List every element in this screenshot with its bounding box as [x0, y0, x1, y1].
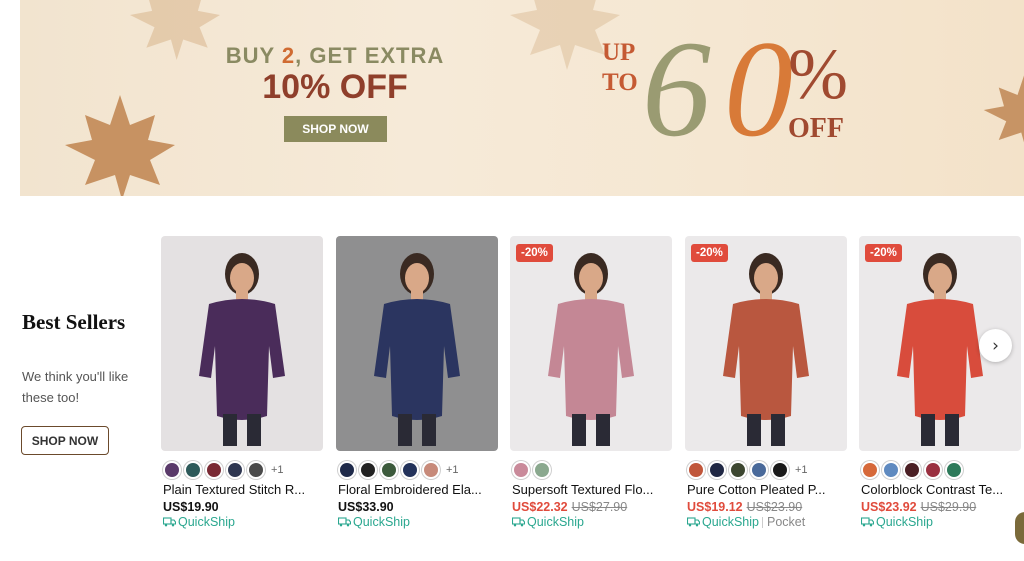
color-swatch[interactable] — [752, 463, 766, 477]
price-row: US$19.90 — [163, 500, 219, 514]
promo-buy-text: BUY 2, GET EXTRA — [225, 43, 445, 68]
product-card[interactable]: +1 Plain Textured Stitch R... US$19.90 Quic… — [161, 236, 323, 529]
color-swatch[interactable] — [884, 463, 898, 477]
shipping-row: QuickShip — [512, 515, 584, 529]
color-swatch[interactable] — [186, 463, 200, 477]
promo-digit-zero: 0 — [724, 12, 793, 165]
more-colors-count[interactable]: +1 — [795, 464, 808, 476]
color-swatch[interactable] — [361, 463, 375, 477]
discount-badge: -20% — [865, 244, 902, 262]
color-swatch[interactable] — [382, 463, 396, 477]
best-sellers-shop-now-button[interactable]: SHOP NOW — [21, 426, 109, 455]
truck-icon — [861, 517, 874, 527]
best-sellers-subtitle: We think you'll like these too! — [22, 369, 129, 405]
shipping-row: QuickShip — [861, 515, 933, 529]
shipping-row: QuickShip — [163, 515, 235, 529]
quickship-label: QuickShip — [702, 515, 759, 529]
chat-widget-button[interactable] — [1015, 512, 1024, 544]
color-swatch[interactable] — [340, 463, 354, 477]
promo-to-text: TO — [602, 69, 638, 96]
model-photo — [199, 253, 285, 446]
product-card[interactable]: -20% +1 Pure Cotton Pleated P... US$19.12 US… — [685, 236, 847, 529]
truck-icon — [687, 517, 700, 527]
discount-badge: -20% — [516, 244, 553, 262]
feature-tag: Pocket — [761, 515, 805, 528]
product-price: US$19.90 — [163, 500, 219, 514]
color-swatch[interactable] — [710, 463, 724, 477]
product-name[interactable]: Supersoft Textured Flo... — [512, 482, 672, 497]
banner-shop-now-button[interactable]: SHOP NOW — [284, 116, 387, 142]
model-photo — [374, 253, 460, 446]
more-colors-count[interactable]: +1 — [446, 464, 459, 476]
color-swatch[interactable] — [514, 463, 528, 477]
quickship-label: QuickShip — [178, 515, 235, 529]
color-swatches: +1 — [340, 462, 459, 478]
product-name[interactable]: Colorblock Contrast Te... — [861, 482, 1021, 497]
page: BUY 2, GET EXTRA 10% OFF SHOP NOW UP TO … — [0, 0, 1024, 561]
color-swatch[interactable] — [947, 463, 961, 477]
product-price: US$22.32 — [512, 500, 568, 514]
maple-leaf-decoration — [130, 0, 220, 60]
quickship-label: QuickShip — [353, 515, 410, 529]
chevron-right-icon: › — [992, 335, 999, 356]
quickship-label: QuickShip — [527, 515, 584, 529]
promo-banner[interactable]: BUY 2, GET EXTRA 10% OFF SHOP NOW UP TO … — [20, 0, 1024, 196]
product-card[interactable]: +1 Floral Embroidered Ela... US$33.90 Quick… — [336, 236, 498, 529]
truck-icon — [512, 517, 525, 527]
promo-discount-text: 10% OFF — [262, 68, 408, 106]
original-price: US$27.90 — [571, 500, 628, 514]
color-swatch[interactable] — [424, 463, 438, 477]
color-swatch[interactable] — [207, 463, 221, 477]
truck-icon — [338, 517, 351, 527]
color-swatch[interactable] — [249, 463, 263, 477]
color-swatch[interactable] — [773, 463, 787, 477]
product-image[interactable] — [336, 236, 498, 451]
color-swatch[interactable] — [731, 463, 745, 477]
product-name[interactable]: Plain Textured Stitch R... — [163, 482, 323, 497]
product-price: US$23.92 — [861, 500, 917, 514]
promo-digit-six: 6 — [642, 12, 711, 165]
model-photo — [723, 253, 809, 446]
product-name[interactable]: Pure Cotton Pleated P... — [687, 482, 847, 497]
color-swatch[interactable] — [165, 463, 179, 477]
maple-leaf-decoration — [65, 95, 175, 196]
color-swatches — [863, 462, 968, 478]
shipping-row: QuickShip — [338, 515, 410, 529]
product-price: US$33.90 — [338, 500, 394, 514]
truck-icon — [163, 517, 176, 527]
color-swatch[interactable] — [535, 463, 549, 477]
best-sellers-title: Best Sellers — [22, 310, 126, 334]
discount-badge: -20% — [691, 244, 728, 262]
product-price: US$19.12 — [687, 500, 743, 514]
color-swatch[interactable] — [228, 463, 242, 477]
price-row: US$22.32 US$27.90 — [512, 500, 627, 514]
product-image[interactable]: -20% — [510, 236, 672, 451]
color-swatch[interactable] — [905, 463, 919, 477]
quickship-label: QuickShip — [876, 515, 933, 529]
price-row: US$33.90 — [338, 500, 394, 514]
promo-percent-sign: % — [788, 34, 848, 114]
promo-up-text: UP — [602, 39, 636, 66]
color-swatches: +1 — [165, 462, 284, 478]
carousel-next-button[interactable]: › — [979, 329, 1012, 362]
maple-leaf-decoration — [983, 75, 1024, 143]
product-image[interactable]: -20% — [685, 236, 847, 451]
original-price: US$29.90 — [920, 500, 977, 514]
color-swatch[interactable] — [863, 463, 877, 477]
shipping-row: QuickShip Pocket — [687, 515, 805, 529]
promo-off-text: OFF — [788, 113, 844, 144]
color-swatches — [514, 462, 556, 478]
color-swatch[interactable] — [689, 463, 703, 477]
price-row: US$19.12 US$23.90 — [687, 500, 802, 514]
product-name[interactable]: Floral Embroidered Ela... — [338, 482, 498, 497]
price-row: US$23.92 US$29.90 — [861, 500, 976, 514]
original-price: US$23.90 — [746, 500, 803, 514]
color-swatches: +1 — [689, 462, 808, 478]
color-swatch[interactable] — [926, 463, 940, 477]
model-photo — [548, 253, 634, 446]
product-image[interactable] — [161, 236, 323, 451]
color-swatch[interactable] — [403, 463, 417, 477]
more-colors-count[interactable]: +1 — [271, 464, 284, 476]
product-card[interactable]: -20% Supersoft Textured Flo... US$22.32 US$… — [510, 236, 672, 529]
